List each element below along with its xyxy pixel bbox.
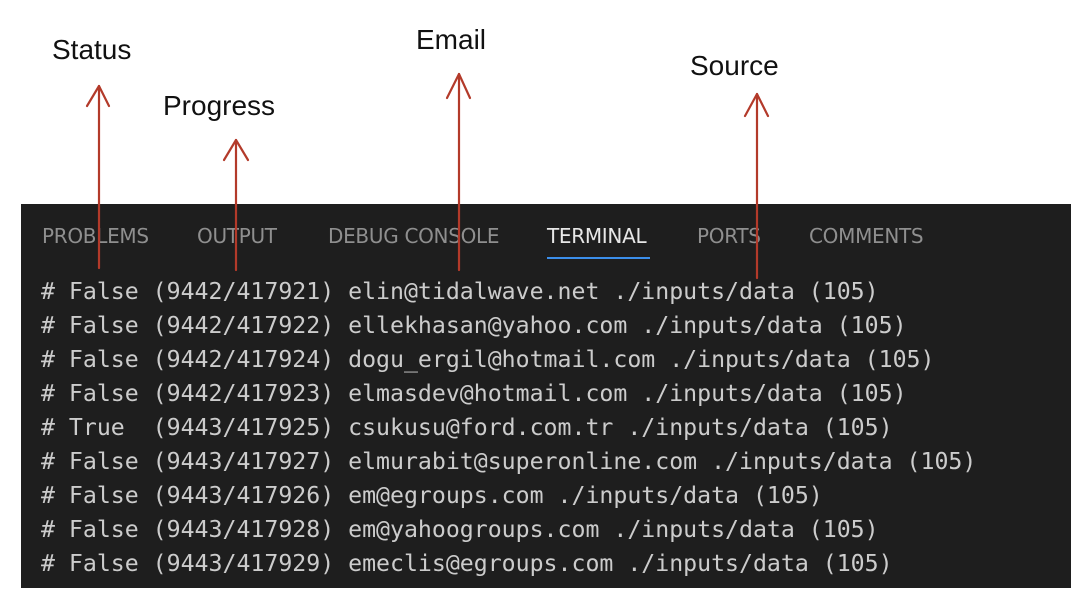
terminal-panel: PROBLEMS OUTPUT DEBUG CONSOLE TERMINAL P… [21, 204, 1071, 588]
terminal-line: # False (9442/417922) ellekhasan@yahoo.c… [41, 312, 907, 339]
terminal-line: # False (9443/417929) emeclis@egroups.co… [41, 550, 893, 577]
progress-annotation-label: Progress [163, 90, 276, 121]
email-annotation-label: Email [416, 24, 487, 55]
tab-ports[interactable]: PORTS [697, 224, 761, 248]
terminal-line: # False (9442/417924) dogu_ergil@hotmail… [41, 346, 935, 373]
terminal-line: # False (9442/417921) elin@tidalwave.net… [41, 278, 879, 305]
source-annotation-label: Source [690, 50, 779, 81]
tab-output[interactable]: OUTPUT [197, 224, 277, 248]
tab-problems[interactable]: PROBLEMS [42, 224, 149, 248]
terminal-line: # False (9443/417928) em@yahoogroups.com… [41, 516, 879, 543]
tab-debug-console[interactable]: DEBUG CONSOLE [328, 224, 500, 248]
terminal-line: # False (9443/417927) elmurabit@superonl… [41, 448, 977, 475]
active-tab-indicator [547, 257, 650, 259]
tab-terminal[interactable]: TERMINAL [547, 224, 647, 248]
terminal-line: # False (9443/417926) em@egroups.com ./i… [41, 482, 823, 509]
panel-tab-bar: PROBLEMS OUTPUT DEBUG CONSOLE TERMINAL P… [21, 204, 1071, 264]
status-annotation-label: Status [52, 34, 132, 65]
terminal-line: # True (9443/417925) csukusu@ford.com.tr… [41, 414, 893, 441]
tab-comments[interactable]: COMMENTS [809, 224, 924, 248]
terminal-line: # False (9442/417923) elmasdev@hotmail.c… [41, 380, 907, 407]
